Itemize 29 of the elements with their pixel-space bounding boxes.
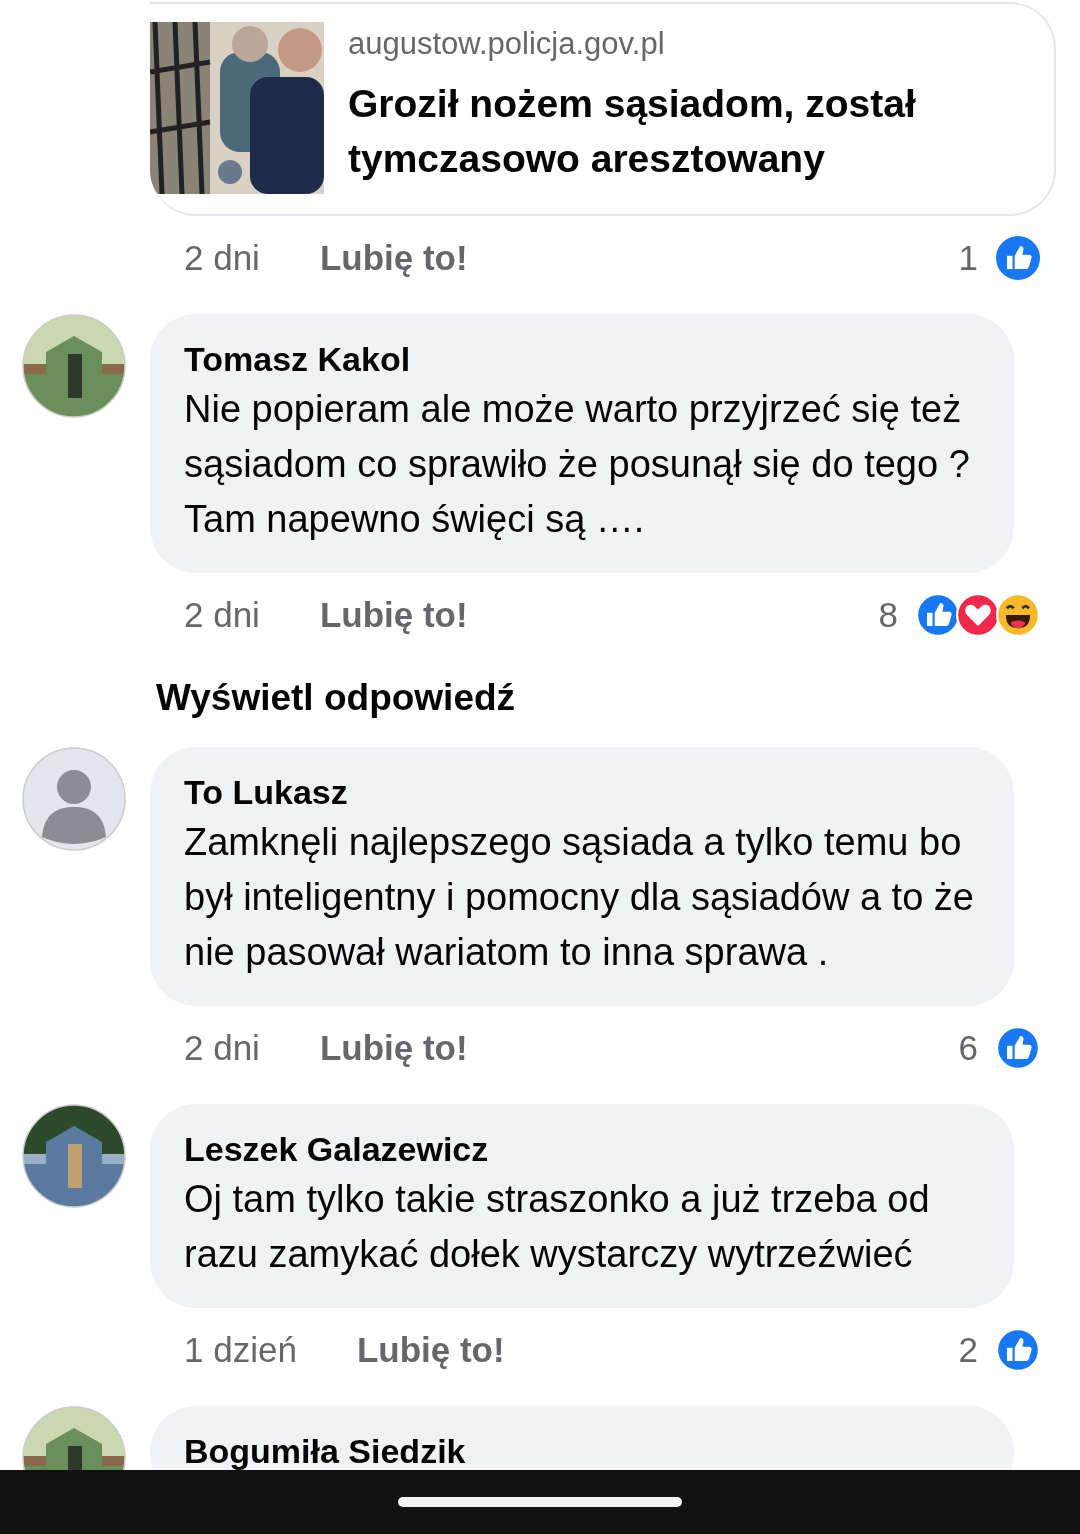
comment-author[interactable]: Leszek Galazewicz: [184, 1126, 984, 1172]
comment-text: Oj tam tylko takie straszonko a już trzeba od razu zamykać dołek wystarczy wytrzeźwieć: [184, 1177, 931, 1277]
comment-time: 2 dni: [184, 1028, 260, 1068]
link-domain: augustow.policja.gov.pl: [348, 26, 666, 62]
comment-text: Zamknęli najlepszego sąsiada a tylko temu bo był inteligentny i pomocny dla sąsiadów a to że nie pasował wariatom to inna sprawa .: [184, 820, 975, 975]
comment-time: 2 dni: [184, 238, 260, 278]
laughing-face-icon: [996, 593, 1040, 637]
comment-author[interactable]: To Lukasz: [184, 769, 984, 815]
comment-author[interactable]: Bogumiła Siedzik: [184, 1428, 984, 1470]
like-button[interactable]: Lubię to!: [319, 238, 468, 278]
comment-time: 2 dni: [184, 595, 260, 635]
reaction-count: 1: [958, 238, 978, 278]
thumbs-up-icon: [996, 1026, 1040, 1070]
like-button[interactable]: Lubię to!: [319, 1028, 468, 1068]
thumbs-up-icon: [996, 236, 1040, 280]
home-indicator[interactable]: [398, 1497, 682, 1507]
link-title[interactable]: Groził nożem sąsiadom, został tymczasowo aresztowany: [348, 76, 1034, 186]
reaction-count: 2: [958, 1330, 978, 1370]
comment-text: Nie popieram ale może warto przyjrzeć się też sąsiadom co sprawiło że posunął się do tego ? Tam napewno święci są ….: [184, 387, 971, 542]
comment-author[interactable]: Tomasz Kakol: [184, 336, 984, 382]
reaction-count: 8: [878, 595, 898, 635]
view-replies-link[interactable]: Wyświetl odpowiedź: [156, 677, 516, 719]
avatar-icon: [22, 747, 126, 851]
thumbs-up-icon: [916, 593, 960, 637]
comment-time: 1 dzień: [184, 1330, 297, 1370]
reaction-count: 6: [958, 1028, 978, 1068]
like-button[interactable]: Lubię to!: [356, 1330, 505, 1370]
thumbs-up-icon: [996, 1328, 1040, 1372]
like-button[interactable]: Lubię to!: [319, 595, 468, 635]
